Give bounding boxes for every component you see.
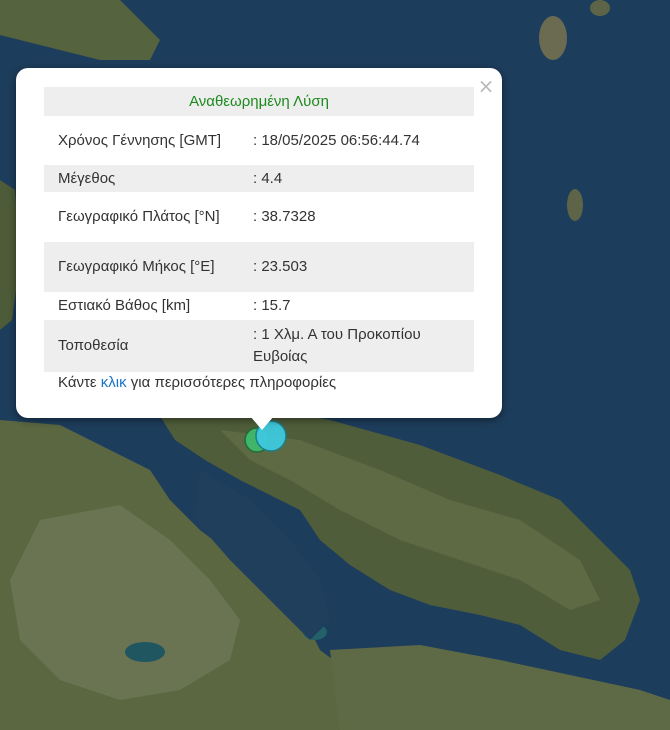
value-longitude: : 23.503 (249, 242, 474, 292)
earthquake-info-table: Αναθεωρημένη Λύση Χρόνος Γέννησης [GMT] … (44, 87, 474, 372)
label-depth: Εστιακό Βάθος [km] (44, 292, 249, 320)
label-location: Τοποθεσία (44, 320, 249, 372)
close-icon[interactable]: × (473, 73, 499, 99)
footer-suffix: για περισσότερες πληροφορίες (130, 374, 337, 391)
popup-footer: Κάντε κλικ για περισσότερες πληροφορίες (58, 374, 336, 391)
popup-title: Αναθεωρημένη Λύση (44, 87, 474, 116)
more-info-link[interactable]: κλικ (101, 374, 127, 391)
value-depth: : 15.7 (249, 292, 474, 320)
value-latitude: : 38.7328 (249, 192, 474, 242)
popup-tip (250, 416, 274, 430)
label-magnitude: Μέγεθος (44, 165, 249, 192)
lake (125, 642, 165, 662)
island-3 (590, 0, 610, 16)
value-origin-time: : 18/05/2025 06:56:44.74 (249, 116, 474, 165)
value-location: : 1 Χλμ. Α του Προκοπίου Ευβοίας (249, 320, 474, 372)
label-longitude: Γεωγραφικό Μήκος [°E] (44, 242, 249, 292)
label-origin-time: Χρόνος Γέννησης [GMT] (44, 116, 249, 165)
island-2 (567, 189, 583, 221)
island-1 (539, 16, 567, 60)
value-magnitude: : 4.4 (249, 165, 474, 192)
label-latitude: Γεωγραφικό Πλάτος [°N] (44, 192, 249, 242)
footer-prefix: Κάντε (58, 374, 97, 391)
